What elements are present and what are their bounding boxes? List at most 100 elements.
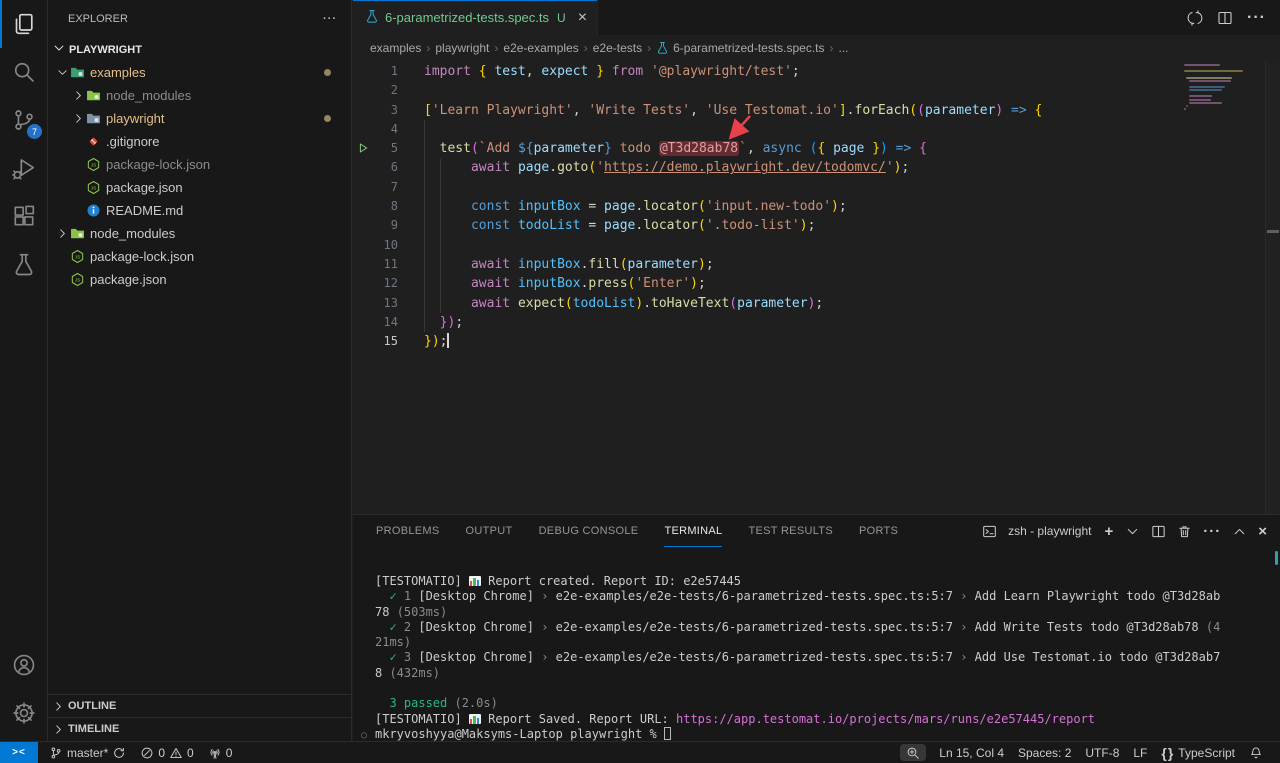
explorer-more-icon[interactable]: ··· [323,13,337,25]
tree-item-node-modules[interactable]: node_modules [48,84,351,107]
code-text[interactable]: test(`Add ${parameter} todo @T3d28ab78`,… [398,139,927,158]
terminal-scrollbar[interactable] [1275,551,1278,565]
line-number: 1 [353,62,398,81]
breadcrumb-item[interactable]: examples [370,41,421,55]
chevron-right-icon [54,227,70,240]
line-number: 10 [353,236,398,255]
terminal-shell-label[interactable]: zsh - playwright [1008,524,1091,538]
breadcrumb-item[interactable]: ... [839,41,849,55]
minimap-line [1184,64,1220,66]
code-text[interactable]: await inputBox.press('Enter'); [398,274,706,293]
status-language-mode[interactable]: {}TypeScript [1154,742,1242,763]
folder-icon [86,111,101,126]
activity-item-extensions[interactable] [0,192,47,240]
chevron-up-icon[interactable] [1232,524,1247,539]
tree-item-playwright[interactable]: playwright [48,107,351,130]
section-label: OUTLINE [68,700,116,712]
panel-tab-problems[interactable]: PROBLEMS [376,515,440,547]
split-editor-icon[interactable] [1217,10,1233,26]
activity-item-testing[interactable] [0,240,47,288]
activity-item-settings[interactable] [0,689,47,737]
terminal-line: [TESTOMATIO] Report Saved. Report URL: h… [375,712,1280,727]
overview-ruler [1265,60,1280,514]
plus-icon[interactable]: + [1104,523,1114,540]
code-line-10: 10 [353,236,1280,255]
tree-item-readme-md[interactable]: README.md [48,199,351,222]
breadcrumb-item[interactable]: playwright [435,41,489,55]
tree-item-examples[interactable]: examples [48,61,351,84]
panel-tab-output[interactable]: OUTPUT [466,515,513,547]
code-text[interactable]: }); [398,313,463,332]
status-encoding[interactable]: UTF-8 [1078,742,1126,763]
trash-icon[interactable] [1177,524,1192,539]
tree-item-package-json[interactable]: JSpackage.json [48,176,351,199]
tree-item--gitignore[interactable]: .gitignore [48,130,351,153]
breadcrumb-separator-icon: › [426,41,430,55]
code-line-9: 9 const todoList = page.locator('.todo-l… [353,216,1280,235]
code-text[interactable]: }); [398,332,449,351]
code-line-11: 11 await inputBox.fill(parameter); [353,255,1280,274]
line-number: 14 [353,313,398,332]
tree-item-package-lock-json[interactable]: JSpackage-lock.json [48,245,351,268]
status-text: Ln 15, Col 4 [939,746,1004,760]
minimap[interactable] [1184,64,1258,111]
code-text[interactable]: const todoList = page.locator('.todo-lis… [398,216,815,235]
status-indentation[interactable]: Spaces: 2 [1011,742,1078,763]
breadcrumb-item[interactable]: 6-parametrized-tests.spec.ts [656,41,824,55]
status-cursor-position[interactable]: Ln 15, Col 4 [932,742,1011,763]
close-icon[interactable]: × [1258,523,1268,540]
panel-tab-terminal[interactable]: TERMINAL [664,515,722,547]
status-git-branch[interactable]: master* [42,742,133,763]
panel-tab-test-results[interactable]: TEST RESULTS [748,515,833,547]
code-text[interactable] [398,120,424,139]
tree-item-package-lock-json[interactable]: JSpackage-lock.json [48,153,351,176]
remote-indicator[interactable]: >< [0,742,38,763]
explorer-title: EXPLORER [68,13,128,25]
status-problems[interactable]: 00 [133,742,200,763]
split-editor-icon[interactable] [1151,524,1166,539]
status-notifications[interactable] [1242,742,1270,763]
tree-item-node-modules[interactable]: node_modules [48,222,351,245]
activity-item-run-and-debug[interactable] [0,144,47,192]
close-icon[interactable]: × [578,10,587,26]
breadcrumb-item[interactable]: e2e-tests [593,41,642,55]
panel-tab-debug-console[interactable]: DEBUG CONSOLE [539,515,639,547]
code-text[interactable]: ['Learn Playwright', 'Write Tests', 'Use… [398,101,1042,120]
status-ports-forwarded[interactable]: 0 [201,742,240,763]
terminal-box-icon [982,524,997,539]
breadcrumb-item[interactable]: e2e-examples [503,41,578,55]
activity-item-accounts[interactable] [0,641,47,689]
code-text[interactable]: const inputBox = page.locator('input.new… [398,197,847,216]
workspace-section-header[interactable]: PLAYWRIGHT [48,38,351,61]
panel-tab-ports[interactable]: PORTS [859,515,898,547]
chevron-right-icon [70,89,86,102]
code-editor[interactable]: 1import { test, expect } from '@playwrig… [353,60,1280,514]
code-text[interactable] [398,81,424,100]
git-branch-icon [49,746,63,760]
code-text[interactable]: import { test, expect } from '@playwrigh… [398,62,800,81]
line-number: 15 [353,332,398,351]
more-icon[interactable]: ··· [1247,9,1266,27]
activity-item-explorer[interactable] [0,0,47,48]
run-test-play-button[interactable] [356,141,370,155]
more-icon[interactable]: ··· [1203,523,1221,540]
minimap-line [1189,80,1231,82]
code-text[interactable] [398,178,424,197]
code-text[interactable] [398,236,424,255]
code-text[interactable]: await expect(todoList).toHaveText(parame… [398,294,823,313]
code-text[interactable]: await page.goto('https://demo.playwright… [398,158,909,177]
activity-item-search[interactable] [0,48,47,96]
terminal[interactable]: [TESTOMATIO] Report created. Report ID: … [353,548,1280,741]
activity-item-source-control[interactable]: 7 [0,96,47,144]
terminal-box-icon [982,524,997,539]
compare-changes-icon[interactable] [1187,10,1203,26]
code-text[interactable]: await inputBox.fill(parameter); [398,255,714,274]
tree-item-package-json[interactable]: JSpackage.json [48,268,351,291]
chevron-down-icon[interactable] [1125,524,1140,539]
status-zoom[interactable] [900,744,926,761]
sidebar-section-timeline[interactable]: TIMELINE [48,717,351,740]
sidebar-section-outline[interactable]: OUTLINE [48,694,351,717]
status-eol[interactable]: LF [1126,742,1154,763]
search-icon [12,60,36,84]
tab-spec-file[interactable]: 6-parametrized-tests.spec.ts U × [353,0,598,35]
